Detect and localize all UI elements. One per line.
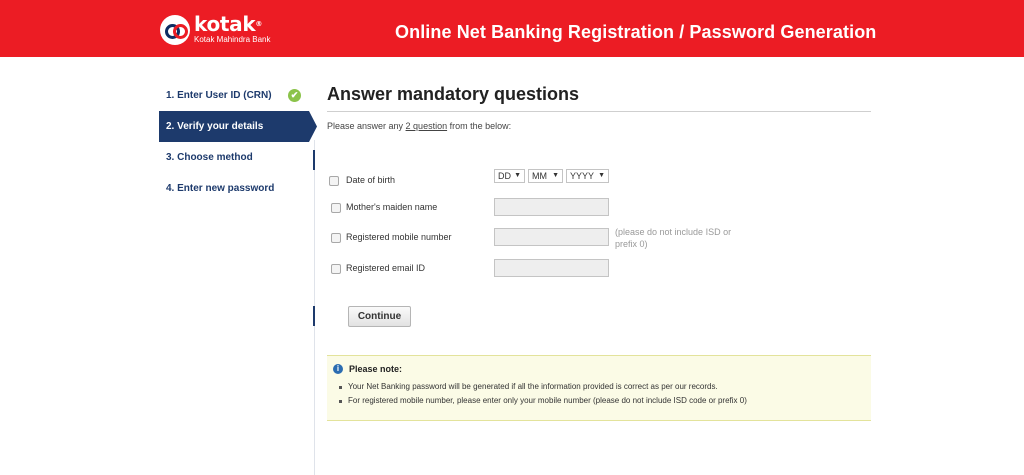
dob-checkbox[interactable] xyxy=(329,176,339,186)
chevron-down-icon: ▼ xyxy=(598,172,605,179)
email-input[interactable] xyxy=(494,259,609,277)
logo-registered-mark: ® xyxy=(255,20,263,28)
maiden-name-input[interactable] xyxy=(494,198,609,216)
mobile-number-label: Registered mobile number xyxy=(346,232,452,242)
page-header-title: Online Net Banking Registration / Passwo… xyxy=(395,22,877,42)
question-dob: Date of birth DD ▼ MM ▼ YYYY ▼ xyxy=(327,169,871,189)
main-content: Answer mandatory questions Please answer… xyxy=(327,84,871,421)
email-checkbox[interactable] xyxy=(331,264,341,274)
mobile-number-checkbox[interactable] xyxy=(331,233,341,243)
question-email: Registered email ID xyxy=(327,259,871,279)
steps-sidebar: 1. Enter User ID (CRN) ✔ 2. Verify your … xyxy=(159,80,317,204)
logo-name: kotak xyxy=(194,12,256,36)
continue-button[interactable]: Continue xyxy=(348,306,411,327)
step-label: 4. Enter new password xyxy=(166,183,275,194)
kotak-logo-icon xyxy=(160,15,190,45)
note-item: Your Net Banking password will be genera… xyxy=(339,380,865,394)
page-title: Answer mandatory questions xyxy=(327,84,871,112)
logo-subtitle: Kotak Mahindra Bank xyxy=(194,35,271,44)
dob-year-select[interactable]: YYYY ▼ xyxy=(566,169,609,183)
question-mobile-number: Registered mobile number (please do not … xyxy=(327,227,871,249)
email-label: Registered email ID xyxy=(346,263,426,273)
step-enter-new-password: 4. Enter new password xyxy=(159,173,315,204)
note-list: Your Net Banking password will be genera… xyxy=(339,380,865,408)
check-circle-icon: ✔ xyxy=(288,89,301,102)
mobile-number-input[interactable] xyxy=(494,228,609,246)
instruction-count: 2 question xyxy=(405,121,448,131)
note-title: Please note: xyxy=(349,364,403,374)
note-item: For registered mobile number, please ent… xyxy=(339,394,865,408)
kotak-logo[interactable]: kotak® Kotak Mahindra Bank xyxy=(160,14,271,45)
dob-day-select[interactable]: DD ▼ xyxy=(494,169,525,183)
step-verify-details[interactable]: 2. Verify your details xyxy=(159,111,317,142)
chevron-down-icon: ▼ xyxy=(552,172,559,179)
step-enter-user-id[interactable]: 1. Enter User ID (CRN) ✔ xyxy=(159,80,315,111)
step-marker xyxy=(313,306,315,326)
step-label: 2. Verify your details xyxy=(166,121,264,132)
info-icon: i xyxy=(333,364,343,374)
header-bar: kotak® Kotak Mahindra Bank Online Net Ba… xyxy=(0,0,1024,57)
dob-month-select[interactable]: MM ▼ xyxy=(528,169,563,183)
mobile-number-hint: (please do not include ISD or prefix 0) xyxy=(615,227,732,249)
step-label: 3. Choose method xyxy=(166,152,253,163)
please-note-box: i Please note: Your Net Banking password… xyxy=(327,355,871,421)
step-marker xyxy=(313,150,315,170)
instruction-text: Please answer any 2 question from the be… xyxy=(327,121,512,131)
question-mothers-maiden-name: Mother's maiden name xyxy=(327,198,871,218)
step-label: 1. Enter User ID (CRN) xyxy=(166,90,272,101)
step-choose-method: 3. Choose method xyxy=(159,142,315,173)
maiden-name-checkbox[interactable] xyxy=(331,203,341,213)
chevron-down-icon: ▼ xyxy=(514,172,521,179)
maiden-name-label: Mother's maiden name xyxy=(346,202,438,212)
dob-label: Date of birth xyxy=(346,175,396,185)
